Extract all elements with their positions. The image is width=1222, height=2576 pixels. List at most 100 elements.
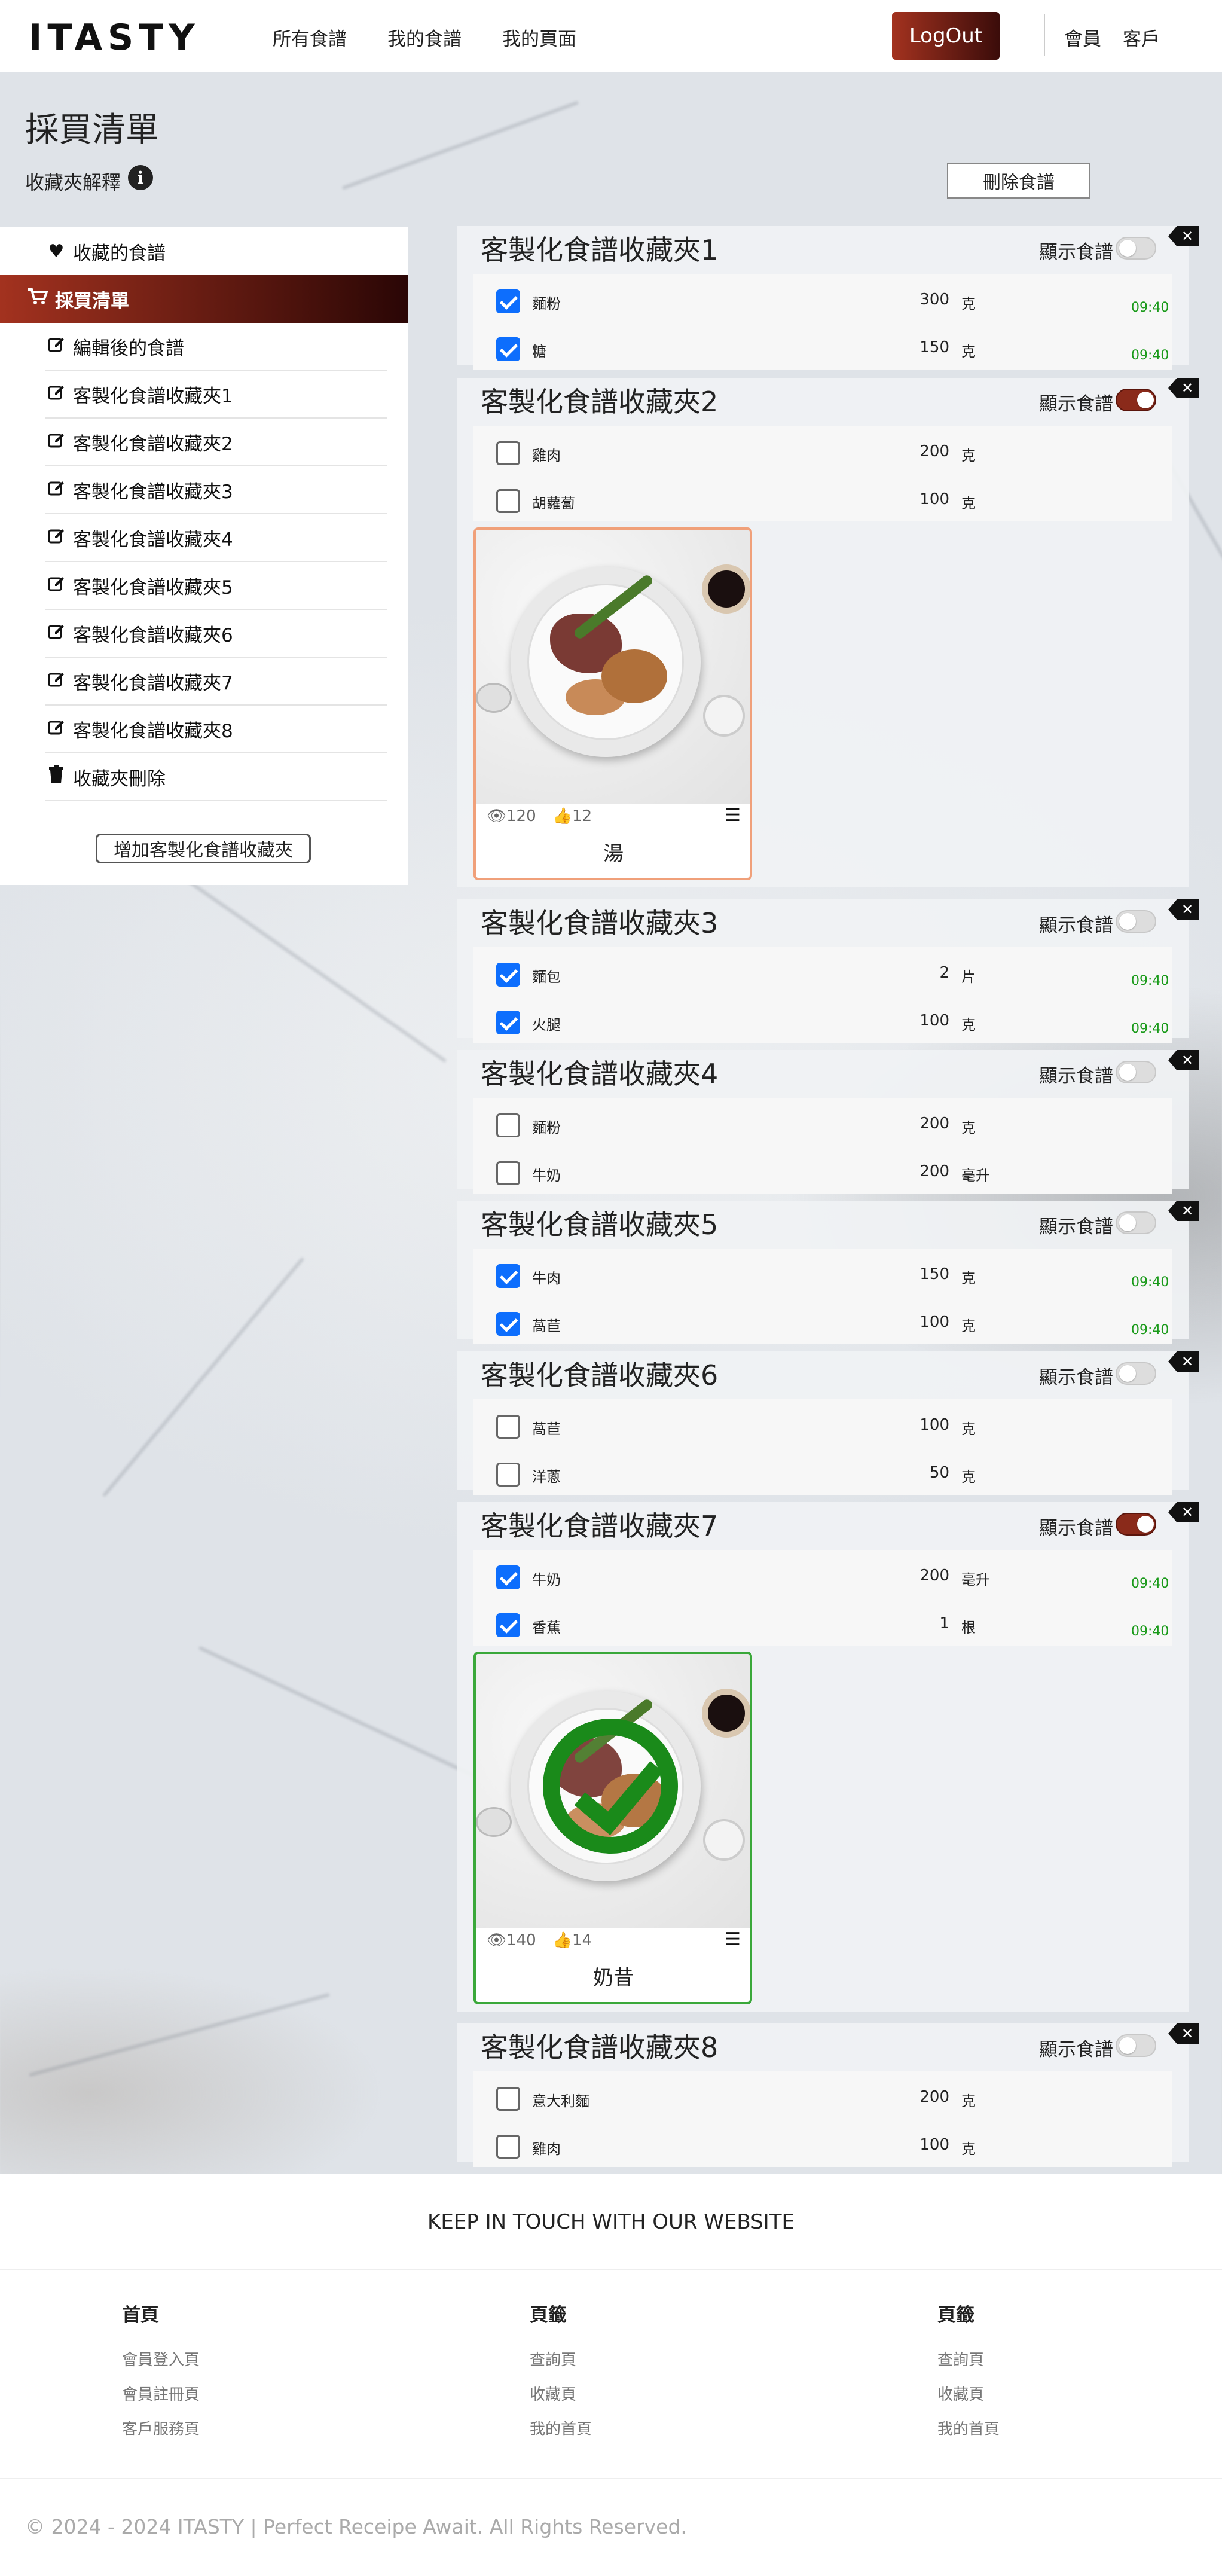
copyright-text: © 2024 - 2024 ITASTY | Perfect Receipe A… (25, 2515, 687, 2538)
show-recipe-toggle[interactable] (1116, 910, 1156, 933)
close-icon[interactable]: ✕ (1168, 1502, 1199, 1522)
ingredient-checkbox[interactable] (496, 1415, 520, 1439)
ingredient-checkbox[interactable] (496, 489, 520, 513)
recipe-card[interactable]: 👁120 👍12 ☰ 湯 (473, 527, 752, 880)
show-recipe-label: 顯示食譜 (1039, 242, 1113, 263)
folder-panel: 客製化食譜收藏夾5 顯示食譜 ✕ 牛肉 150 克 09:40 萵苣 100 克 09:40 (457, 1201, 1199, 1344)
show-recipe-toggle[interactable] (1116, 1513, 1156, 1536)
ingredient-unit: 克 (961, 1017, 976, 1033)
nav-member[interactable]: 會員 (1064, 24, 1101, 51)
view-count: 120 (506, 807, 536, 825)
nav-all-recipes[interactable]: 所有食譜 (273, 24, 347, 51)
close-icon[interactable]: ✕ (1168, 226, 1199, 246)
sidebar-item-folder-6[interactable]: 客製化食譜收藏夾6 (45, 610, 387, 658)
close-icon[interactable]: ✕ (1168, 378, 1199, 398)
ingredient-checkbox[interactable] (496, 289, 520, 313)
show-recipe-toggle[interactable] (1116, 1362, 1156, 1385)
show-recipe-toggle[interactable] (1116, 2034, 1156, 2057)
ingredient-checkbox[interactable] (496, 1463, 520, 1487)
list-check-icon[interactable]: ☰ (725, 805, 741, 826)
ingredient-checkbox[interactable] (496, 1264, 520, 1288)
add-folder-button[interactable]: 增加客製化食譜收藏夾 (96, 834, 311, 863)
sidebar-item-label: 客製化食譜收藏夾2 (73, 433, 233, 455)
footer-column-title: 頁籤 (937, 2305, 974, 2326)
close-icon[interactable]: ✕ (1168, 1201, 1199, 1221)
show-recipe-toggle[interactable] (1116, 1061, 1156, 1083)
ingredient-unit: 克 (961, 1421, 976, 1437)
page-title: 採買清單 (25, 111, 159, 149)
ingredient-checkbox[interactable] (496, 1113, 520, 1137)
ingredient-name: 雞肉 (532, 2141, 561, 2157)
ingredient-quantity: 1 (939, 1614, 949, 1632)
list-check-icon[interactable]: ☰ (725, 1929, 741, 1950)
delete-recipe-button[interactable]: 刪除食譜 (947, 163, 1090, 199)
ingredient-checkbox[interactable] (496, 2087, 520, 2111)
ingredient-row: 萵苣 100 克 09:40 (473, 1296, 1172, 1344)
footer-link[interactable]: 客戶服務頁 (122, 2417, 200, 2439)
sidebar-item-folder-5[interactable]: 客製化食譜收藏夾5 (45, 562, 387, 610)
sidebar-item-shopping-list[interactable]: 採買清單 (0, 275, 408, 323)
sidebar-item-edited-recipes[interactable]: 編輯後的食譜 (45, 323, 387, 371)
ingredient-row: 火腿 100 克 09:40 (473, 995, 1172, 1043)
ingredient-row: 牛奶 200 毫升 09:40 (473, 1550, 1172, 1598)
footer-link[interactable]: 收藏頁 (937, 2382, 984, 2404)
footer-link[interactable]: 查詢頁 (937, 2348, 984, 2370)
sidebar-item-delete-folder[interactable]: 收藏夾刪除 (45, 753, 387, 801)
site-logo[interactable]: ITASTY (29, 17, 200, 59)
ingredient-checkbox[interactable] (496, 2135, 520, 2159)
close-icon[interactable]: ✕ (1168, 1351, 1199, 1372)
sidebar-item-label: 編輯後的食譜 (73, 337, 184, 359)
show-recipe-toggle[interactable] (1116, 237, 1156, 260)
footer-link[interactable]: 我的首頁 (530, 2417, 592, 2439)
sidebar-item-folder-8[interactable]: 客製化食譜收藏夾8 (45, 706, 387, 753)
edit-icon (45, 670, 67, 692)
ingredient-checkbox[interactable] (496, 1613, 520, 1637)
sidebar-item-folder-2[interactable]: 客製化食譜收藏夾2 (45, 419, 387, 466)
ingredient-checkbox[interactable] (496, 1161, 520, 1185)
footer-link[interactable]: 會員登入頁 (122, 2348, 200, 2370)
checked-time: 09:40 (1131, 1275, 1169, 1290)
cart-icon (28, 288, 51, 310)
sidebar-item-label: 客製化食譜收藏夾1 (73, 385, 233, 407)
ingredient-list: 牛奶 200 毫升 09:40 香蕉 1 根 09:40 (473, 1550, 1172, 1646)
footer-link[interactable]: 會員註冊頁 (122, 2382, 200, 2404)
ingredient-checkbox[interactable] (496, 1312, 520, 1336)
ingredient-checkbox[interactable] (496, 337, 520, 361)
footer-link[interactable]: 查詢頁 (530, 2348, 576, 2370)
sidebar-item-folder-1[interactable]: 客製化食譜收藏夾1 (45, 371, 387, 419)
close-icon[interactable]: ✕ (1168, 1050, 1199, 1070)
sidebar-item-folder-7[interactable]: 客製化食譜收藏夾7 (45, 658, 387, 706)
sidebar-item-favorites[interactable]: ♥ 收藏的食譜 (45, 227, 387, 275)
footer: KEEP IN TOUCH WITH OUR WEBSITE 首頁 會員登入頁 會員… (0, 2174, 1222, 2576)
footer-link[interactable]: 收藏頁 (530, 2382, 576, 2404)
ingredient-checkbox[interactable] (496, 441, 520, 465)
trash-icon (45, 765, 67, 788)
show-recipe-toggle[interactable] (1116, 389, 1156, 411)
folder-panel: 客製化食譜收藏夾4 顯示食譜 ✕ 麵粉 200 克牛奶 200 毫升 (457, 1050, 1199, 1194)
nav-my-recipes[interactable]: 我的食譜 (387, 24, 462, 51)
footer-link[interactable]: 我的首頁 (937, 2417, 1000, 2439)
nav-my-page[interactable]: 我的頁面 (502, 24, 576, 51)
logout-button[interactable]: LogOut (892, 12, 1000, 60)
ingredient-checkbox[interactable] (496, 963, 520, 987)
ingredient-list: 雞肉 200 克胡蘿蔔 100 克 (473, 426, 1172, 521)
checked-time: 09:40 (1131, 1624, 1169, 1639)
close-icon[interactable]: ✕ (1168, 899, 1199, 920)
sidebar-item-folder-3[interactable]: 客製化食譜收藏夾3 (45, 466, 387, 514)
ingredient-row: 意大利麵 200 克 (473, 2071, 1172, 2119)
ingredient-checkbox[interactable] (496, 1011, 520, 1034)
info-icon[interactable]: i (128, 165, 153, 190)
edit-icon (45, 335, 67, 357)
show-recipe-label: 顯示食譜 (1039, 1518, 1113, 1539)
nav-customer[interactable]: 客戶 (1123, 24, 1160, 51)
ingredient-quantity: 200 (919, 2088, 949, 2106)
ingredient-checkbox[interactable] (496, 1565, 520, 1589)
sidebar-item-folder-4[interactable]: 客製化食譜收藏夾4 (45, 514, 387, 562)
close-icon[interactable]: ✕ (1168, 2023, 1199, 2044)
sidebar-item-label: 客製化食譜收藏夾6 (73, 624, 233, 646)
show-recipe-toggle[interactable] (1116, 1211, 1156, 1234)
ingredient-name: 萵苣 (532, 1421, 561, 1437)
show-recipe-label: 顯示食譜 (1039, 1367, 1113, 1388)
recipe-card[interactable]: 👁140 👍14 ☰ 奶昔 (473, 1652, 752, 2004)
ingredient-name: 意大利麵 (532, 2093, 589, 2110)
